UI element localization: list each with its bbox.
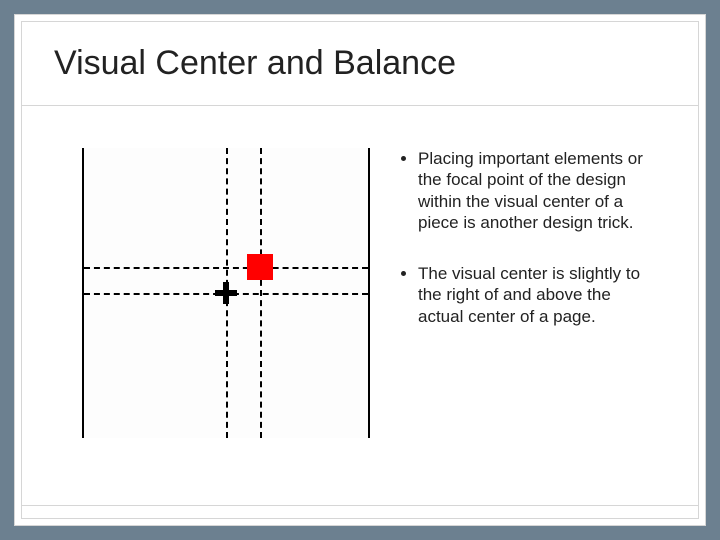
- outer-border: Visual Center and Balance Placing import: [14, 14, 706, 526]
- list-item: The visual center is slightly to the rig…: [418, 263, 658, 327]
- list-item: Placing important elements or the focal …: [418, 148, 658, 233]
- visual-center-marker-icon: [247, 254, 273, 280]
- slide-title: Visual Center and Balance: [22, 22, 698, 106]
- bullets-column: Placing important elements or the focal …: [370, 148, 668, 495]
- center-diagram: [82, 148, 370, 438]
- inner-border: Visual Center and Balance Placing import: [21, 21, 699, 519]
- actual-center-plus-icon: [215, 282, 237, 304]
- diagram-column: [82, 148, 370, 495]
- bullet-list: Placing important elements or the focal …: [398, 148, 658, 327]
- slide-frame: Visual Center and Balance Placing import: [0, 0, 720, 540]
- content-row: Placing important elements or the focal …: [22, 106, 698, 506]
